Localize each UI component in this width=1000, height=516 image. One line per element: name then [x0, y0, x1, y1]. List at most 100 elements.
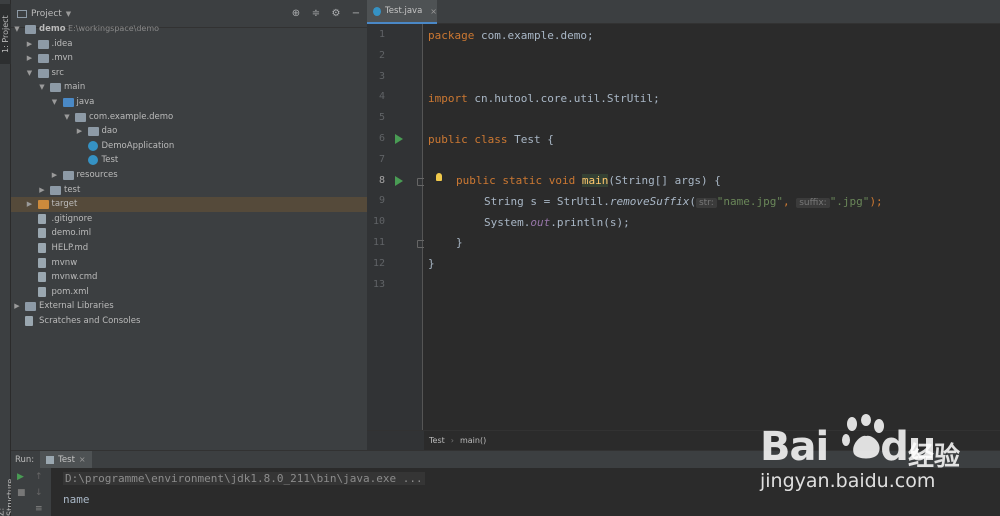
collapsed-arrow-icon[interactable]: ▶ [26, 37, 34, 52]
expanded-arrow-icon[interactable]: ▼ [26, 66, 34, 81]
tree-item-src[interactable]: ▼ src [11, 66, 367, 81]
run-main-icon[interactable] [395, 175, 403, 186]
line-number: 10 [372, 216, 385, 228]
gear-icon[interactable]: ⚙ [331, 8, 341, 19]
class-icon [87, 155, 98, 166]
structure-tool-tab[interactable]: Z: Structure [0, 470, 15, 516]
stop-icon[interactable]: ■ [17, 488, 26, 498]
tab-label: Test.java [385, 6, 423, 16]
tree-item-label: dao [101, 126, 118, 137]
breadcrumb-gutter [367, 430, 424, 450]
tree-item-external-libraries[interactable]: ▶ External Libraries [11, 299, 367, 314]
package-icon [87, 127, 99, 137]
line-number: 2 [378, 49, 385, 61]
line-number: 11 [372, 237, 385, 248]
excluded-folder-icon [37, 200, 49, 210]
collapsed-arrow-icon[interactable]: ▶ [51, 168, 59, 183]
folder-icon [37, 39, 49, 49]
tree-item-label: com.example.demo [89, 111, 174, 122]
soft-wrap-icon[interactable]: ≡ [35, 504, 43, 514]
line-number: 3 [378, 70, 385, 82]
collapsed-arrow-icon[interactable]: ▶ [13, 299, 21, 314]
run-tab-test[interactable]: Test × [40, 450, 92, 469]
folder-icon [62, 170, 74, 180]
run-class-icon[interactable] [395, 134, 403, 144]
collapsed-arrow-icon[interactable]: ▶ [26, 197, 34, 212]
tab-test-java[interactable]: Test.java × [367, 0, 437, 24]
collapse-all-icon[interactable]: ≑ [311, 8, 321, 19]
code-line-6: public class Test { [428, 133, 554, 146]
expanded-arrow-icon[interactable]: ▼ [38, 80, 46, 95]
tree-item-label: Scratches and Consoles [39, 315, 141, 326]
run-toolbar: ▶ ↑ ■ ↓ ≡ [11, 468, 51, 516]
tree-item-com-example-demo[interactable]: ▼ com.example.demo [11, 110, 367, 125]
tree-item-label: mvnw [51, 257, 78, 268]
breadcrumb-class[interactable]: Test [429, 436, 445, 445]
tree-item-label: pom.xml [51, 286, 89, 297]
tree-item-idea[interactable]: ▶ .idea [11, 37, 367, 52]
project-path: E:\workingspace\demo [68, 24, 160, 33]
down-arrow-icon[interactable]: ↓ [35, 488, 43, 498]
param-hint-str: str: [695, 198, 717, 208]
breadcrumb-method[interactable]: main() [460, 436, 486, 445]
tree-item-test[interactable]: Test [11, 153, 367, 168]
code-line-8: public static void main(String[] args) { [456, 174, 721, 187]
expanded-arrow-icon[interactable]: ▼ [51, 95, 59, 110]
class-icon [373, 6, 382, 16]
folder-icon [37, 68, 49, 78]
collapsed-arrow-icon[interactable]: ▶ [26, 51, 34, 66]
file-icon [37, 213, 46, 224]
tree-item-java[interactable]: ▼ java [11, 95, 367, 110]
class-icon [87, 140, 98, 151]
project-view-selector[interactable]: Project ▼ [17, 9, 71, 19]
close-icon[interactable]: × [79, 455, 86, 464]
code-line-9: String s = StrUtil.removeSuffix(str: "nam… [484, 195, 883, 208]
folder-icon [25, 25, 36, 34]
tree-item-target[interactable]: ▶ target [11, 197, 367, 212]
close-icon[interactable]: × [430, 7, 437, 16]
tree-item-label: mvnw.cmd [51, 272, 98, 283]
editor-tab-bar: Test.java × [367, 0, 1000, 24]
locate-icon[interactable]: ⊕ [291, 8, 301, 19]
line-number: 6 [378, 133, 385, 144]
tree-item-help-md[interactable]: HELP.md [11, 241, 367, 256]
line-number: 8 [378, 174, 385, 186]
tree-item-label: Test [101, 155, 119, 166]
hide-icon[interactable]: − [351, 8, 361, 19]
tree-item-label: main [64, 82, 86, 93]
expanded-arrow-icon[interactable]: ▼ [13, 22, 21, 37]
param-hint-suffix: suffix: [796, 198, 830, 208]
up-arrow-icon[interactable]: ↑ [35, 472, 43, 482]
rerun-icon[interactable]: ▶ [17, 472, 24, 482]
tree-item-main[interactable]: ▼ main [11, 80, 367, 95]
maven-icon [37, 286, 46, 297]
lightbulb-icon[interactable] [436, 173, 442, 181]
run-label: Run: [15, 454, 35, 465]
tree-item-label: External Libraries [39, 301, 114, 312]
tree-item-mvnw-cmd[interactable]: mvnw.cmd [11, 270, 367, 285]
tree-item-demoapplication[interactable]: DemoApplication [11, 139, 367, 154]
tree-item-resources[interactable]: ▶ resources [11, 168, 367, 183]
project-tool-tab[interactable]: 1: Project [0, 4, 11, 64]
tree-item-mvnw[interactable]: mvnw [11, 256, 367, 271]
tree-item-test[interactable]: ▶ test [11, 183, 367, 198]
tree-item-pom-xml[interactable]: pom.xml [11, 285, 367, 300]
tree-item-mvn[interactable]: ▶ .mvn [11, 51, 367, 66]
line-number: 5 [378, 112, 385, 124]
tree-item-dao[interactable]: ▶ dao [11, 124, 367, 139]
tree-item-label: test [64, 184, 81, 195]
expanded-arrow-icon[interactable]: ▼ [63, 110, 71, 125]
code-editor[interactable]: package com.example.demo; import cn.huto… [424, 24, 1000, 430]
library-icon [25, 302, 36, 312]
run-tab-label: Test [58, 454, 75, 465]
project-icon [17, 9, 27, 18]
tree-item-demo-iml[interactable]: demo.iml [11, 226, 367, 241]
collapsed-arrow-icon[interactable]: ▶ [38, 183, 46, 198]
line-number: 4 [378, 91, 385, 103]
collapsed-arrow-icon[interactable]: ▶ [76, 124, 84, 139]
tree-item-demo[interactable]: ▼ demo E:\workingspace\demo [11, 22, 367, 37]
tree-item-gitignore[interactable]: .gitignore [11, 212, 367, 227]
tree-item-label: .gitignore [51, 213, 93, 224]
left-tool-strip: 1: Project Z: Structure [0, 0, 15, 516]
tree-item-scratches-and-consoles[interactable]: Scratches and Consoles [11, 314, 367, 329]
